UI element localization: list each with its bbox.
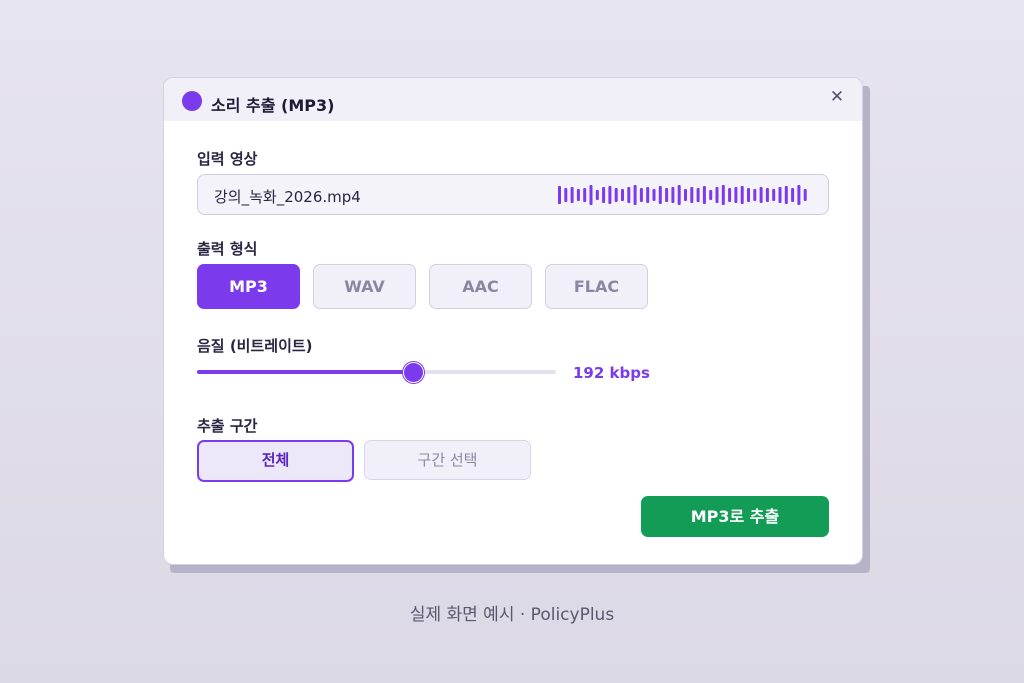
waveform-bar [576,189,580,201]
waveform-bar [627,187,631,203]
waveform-bar [740,186,744,204]
waveform-bar [759,187,763,203]
waveform-bar [791,188,795,202]
waveform-bar [652,189,656,201]
waveform-icon [558,185,807,205]
bitrate-slider-thumb[interactable] [402,362,424,383]
waveform-bar [608,186,612,204]
waveform-bar [765,188,769,202]
input-video-label: 입력 영상 [197,150,258,168]
waveform-bar [595,190,599,200]
waveform-bar [665,188,669,202]
waveform-bar [696,188,700,202]
waveform-bar [671,187,675,203]
waveform-bar [564,188,568,202]
waveform-bar [583,188,587,202]
dialog-titlebar: 소리 추출 (MP3) ✕ [164,78,862,121]
output-format-label: 출력 형식 [197,240,258,258]
waveform-bar [772,189,776,201]
waveform-bar [558,186,561,204]
range-all-button[interactable]: 전체 [197,440,354,482]
waveform-bar [621,189,624,201]
waveform-bar [646,187,650,203]
waveform-bar [614,188,618,202]
waveform-bar [633,185,637,205]
waveform-bar [602,187,606,203]
extract-mp3-button[interactable]: MP3로 추출 [641,496,829,537]
waveform-bar [728,188,732,202]
caption-text: 실제 화면 예시 · PolicyPlus [409,605,615,625]
range-label: 추출 구간 [197,417,258,435]
extract-audio-dialog: 소리 추출 (MP3) ✕ 입력 영상 강의_녹화_2026.mp4 출력 형식… [163,77,863,565]
dialog-title: 소리 추출 (MP3) [211,96,335,115]
waveform-bar [734,187,738,203]
waveform-bar [690,187,694,203]
format-option-flac[interactable]: FLAC [545,264,648,309]
waveform-bar [684,189,687,201]
waveform-bar [721,185,725,205]
format-option-aac[interactable]: AAC [429,264,532,309]
waveform-bar [753,189,757,201]
waveform-bar [803,189,807,201]
bitrate-slider-fill [197,370,413,374]
waveform-bar [715,187,719,203]
waveform-bar [797,185,801,205]
format-option-wav[interactable]: WAV [313,264,416,309]
waveform-bar [639,188,643,202]
input-file-field[interactable]: 강의_녹화_2026.mp4 [197,174,829,215]
bitrate-value: 192 kbps [573,364,650,382]
bitrate-slider[interactable] [197,362,556,383]
input-file-name: 강의_녹화_2026.mp4 [214,188,361,206]
waveform-bar [778,187,782,203]
waveform-bar [702,186,706,204]
format-option-mp3[interactable]: MP3 [197,264,300,309]
range-select-button[interactable]: 구간 선택 [364,440,531,480]
waveform-bar [658,186,662,204]
waveform-bar [747,188,750,202]
waveform-bar [709,190,713,200]
waveform-bar [570,187,574,203]
app-dot-icon [182,91,202,111]
waveform-bar [784,186,788,204]
waveform-bar [677,185,681,205]
close-button[interactable]: ✕ [828,88,846,106]
quality-label: 음질 (비트레이트) [197,337,313,355]
waveform-bar [589,185,593,205]
